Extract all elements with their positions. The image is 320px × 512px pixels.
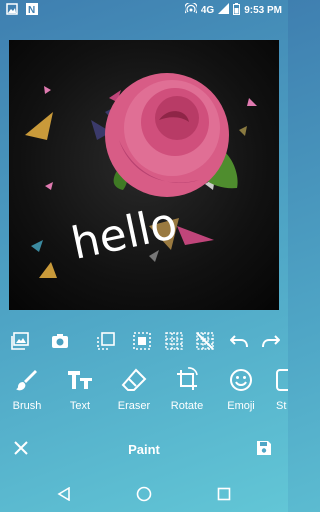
canvas-artwork xyxy=(25,73,257,278)
network-type: 4G xyxy=(200,4,215,16)
back-icon[interactable] xyxy=(50,480,78,508)
status-bar: N 4G 9:53 PM xyxy=(0,0,288,20)
recents-icon[interactable] xyxy=(210,480,238,508)
battery-icon xyxy=(233,2,241,18)
sticker-icon xyxy=(266,366,288,394)
tool-label: Emoji xyxy=(227,400,255,412)
tool-text[interactable]: Text xyxy=(53,366,107,416)
triangle-shape xyxy=(31,240,43,252)
triangle-shape xyxy=(45,182,53,190)
undo-icon[interactable] xyxy=(228,330,250,352)
redo-icon[interactable] xyxy=(260,330,282,352)
clock: 9:53 PM xyxy=(244,4,282,16)
triangle-shape xyxy=(39,262,57,278)
triangle-shape xyxy=(25,112,53,140)
tool-label: St xyxy=(276,400,287,412)
triangle-shape xyxy=(44,86,51,94)
signal-icon xyxy=(218,3,230,17)
tool-label: Rotate xyxy=(170,400,204,412)
svg-text:N: N xyxy=(28,5,35,15)
triangle-shape xyxy=(239,126,247,136)
tools-bar: Brush Text Eraser Rotate Emoji St xyxy=(0,366,288,416)
bottom-action-bar: Paint xyxy=(0,434,288,464)
text-icon xyxy=(53,366,107,394)
tool-emoji[interactable]: Emoji xyxy=(214,366,268,416)
no-grid-icon[interactable] xyxy=(194,330,216,352)
tool-sticker[interactable]: St xyxy=(266,366,288,416)
triangle-shape xyxy=(247,98,257,106)
camera-icon[interactable] xyxy=(49,330,71,352)
grid-icon[interactable] xyxy=(163,330,185,352)
drawing-canvas[interactable]: hello xyxy=(9,40,279,310)
brush-icon xyxy=(0,366,54,394)
select-area-icon[interactable] xyxy=(131,330,153,352)
eraser-icon xyxy=(107,366,161,394)
tool-eraser[interactable]: Eraser xyxy=(107,366,161,416)
layer-copy-icon[interactable] xyxy=(95,330,117,352)
tool-label: Brush xyxy=(12,400,42,412)
tool-brush[interactable]: Brush xyxy=(0,366,54,416)
gallery-icon[interactable] xyxy=(9,330,31,352)
home-icon[interactable] xyxy=(130,480,158,508)
tool-label: Eraser xyxy=(117,400,151,412)
tool-rotate[interactable]: Rotate xyxy=(160,366,214,416)
save-icon[interactable] xyxy=(256,440,272,461)
screen-title: Paint xyxy=(128,441,160,457)
triangle-shape xyxy=(177,226,214,245)
hotspot-icon xyxy=(183,1,198,18)
edit-toolbar xyxy=(0,330,288,352)
rotate-icon xyxy=(160,366,214,394)
system-nav-bar xyxy=(0,480,288,508)
n-app-icon: N xyxy=(26,2,38,18)
image-notification-icon xyxy=(6,2,18,18)
emoji-icon xyxy=(214,366,268,394)
tool-label: Text xyxy=(69,400,91,412)
